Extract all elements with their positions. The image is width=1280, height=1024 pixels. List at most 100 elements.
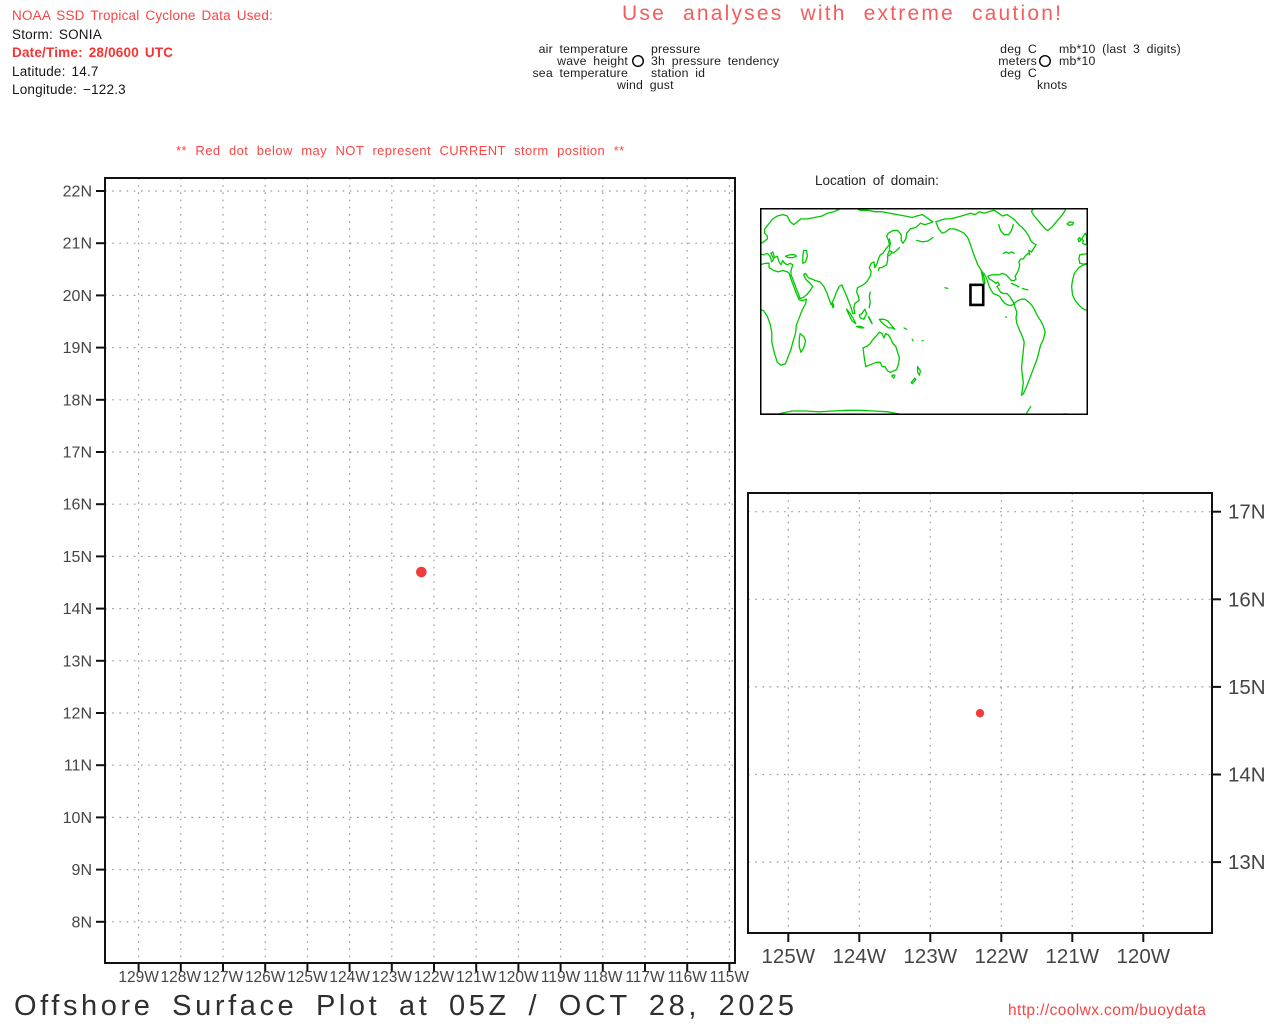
- y-axis-tick-label: 19N: [63, 340, 92, 357]
- coastline: [878, 318, 896, 330]
- storm-data-source: NOAA SSD Tropical Cyclone Data Used:: [12, 8, 274, 23]
- coastline: [877, 249, 893, 272]
- x-axis-tick-label: 120W: [498, 969, 539, 986]
- x-axis-tick-label: 125W: [762, 945, 816, 968]
- units-sea-temperature: deg C: [1000, 66, 1037, 80]
- y-axis-tick-label: 17N: [1228, 501, 1266, 524]
- coastline: [892, 246, 901, 254]
- units-pressure-tendency: mb*10: [1059, 54, 1096, 68]
- coastline: [1013, 298, 1046, 396]
- y-axis-tick-label: 17N: [63, 445, 92, 462]
- coastline: [1077, 236, 1082, 243]
- legend-wind-gust: wind gust: [617, 78, 674, 92]
- units-legend-left-column: deg C meters deg C: [957, 43, 1037, 79]
- domain-zoom-plot: 125W 124W 123W 122W 121W 120W 17N 16N 15N 14N 13N: [747, 492, 1266, 968]
- coastline: [903, 327, 908, 330]
- x-axis-tick-label: 124W: [329, 969, 370, 986]
- coastline: [998, 223, 1014, 236]
- y-axis-tick-label: 8N: [72, 914, 92, 931]
- units-wind-gust: knots: [1037, 78, 1068, 92]
- x-axis-tick-label: 119W: [541, 969, 581, 986]
- coastline: [760, 262, 808, 366]
- units-legend-right-column: mb*10 (last 3 digits) mb*10: [1059, 43, 1181, 67]
- station-circle-icon: [631, 54, 645, 68]
- storm-position-dot: [416, 566, 427, 578]
- y-axis-tick-label: 12N: [63, 706, 92, 723]
- y-axis-tick-label: 15N: [63, 549, 92, 566]
- storm-info-block: NOAA SSD Tropical Cyclone Data Used: Sto…: [12, 7, 273, 100]
- x-axis-tick-label: 128W: [161, 969, 202, 986]
- y-axis-tick-label: 11N: [64, 758, 92, 775]
- station-legend-left-column: air temperature wave height sea temperat…: [498, 43, 628, 79]
- x-axis-tick-label: 121W: [456, 969, 497, 986]
- coastline: [944, 287, 949, 290]
- y-axis-tick-label: 13N: [1228, 851, 1266, 874]
- x-axis-tick-label: 122W: [975, 945, 1029, 968]
- storm-latitude: Latitude: 14.7: [12, 63, 99, 79]
- coastline: [911, 338, 914, 342]
- x-axis-tick-label: 127W: [203, 969, 244, 986]
- coastline: [1010, 282, 1020, 288]
- coastline: [798, 332, 807, 353]
- legend-sea-temperature: sea temperature: [532, 66, 628, 80]
- coastline: [910, 377, 917, 385]
- coastline: [1066, 221, 1075, 226]
- x-axis-tick-label: 117W: [625, 969, 665, 986]
- caution-banner: Use analyses with extreme caution!: [622, 2, 1064, 25]
- coastline: [784, 254, 798, 259]
- coastline: [1030, 208, 1067, 232]
- y-axis-tick-label: 14N: [1228, 764, 1266, 787]
- x-axis-tick-label: 125W: [287, 969, 328, 986]
- y-axis-tick-label: 20N: [63, 288, 92, 305]
- coastline: [760, 208, 934, 315]
- units-circle-icon: [1038, 54, 1052, 68]
- x-axis-tick-label: 122W: [414, 969, 455, 986]
- y-axis-tick-label: 18N: [63, 392, 92, 409]
- coastline: [855, 325, 865, 329]
- y-axis-tick-label: 21N: [63, 236, 92, 253]
- main-surface-plot: 129W 128W 127W 126W 125W 124W 123W 122W 121W 120W…: [63, 177, 749, 986]
- coastline: [935, 209, 1037, 307]
- coastline: [1002, 251, 1015, 254]
- x-axis-tick-label: 129W: [118, 969, 159, 986]
- coastline: [868, 291, 871, 309]
- x-axis-tick-label: 123W: [904, 945, 958, 968]
- storm-datetime: Date/Time: 28/0600 UTC: [12, 45, 174, 61]
- offshore-surface-plot-page: NOAA SSD Tropical Cyclone Data Used: Sto…: [0, 0, 1280, 1024]
- x-axis-tick-label: 121W: [1046, 945, 1100, 968]
- coastline: [888, 238, 891, 250]
- coastline: [916, 365, 922, 376]
- y-axis-tick-label: 10N: [63, 810, 92, 827]
- coastline: [1021, 287, 1029, 291]
- station-legend-right-column: pressure 3h pressure tendency station id: [651, 43, 779, 79]
- storm-position-dot: [975, 708, 985, 718]
- coastline: [867, 315, 873, 325]
- y-axis-tick-label: 14N: [63, 601, 92, 618]
- coastline: [831, 302, 835, 309]
- y-axis-tick-label: 9N: [72, 862, 92, 879]
- y-axis-tick-label: 15N: [1228, 676, 1266, 699]
- x-axis-tick-label: 123W: [372, 969, 413, 986]
- coastline: [916, 236, 934, 243]
- coastline: [1080, 232, 1088, 246]
- coastline: [891, 374, 896, 379]
- y-axis-tick-label: 13N: [63, 653, 92, 670]
- y-axis-tick-label: 22N: [63, 184, 92, 201]
- domain-box-marker: [969, 283, 985, 307]
- y-axis-tick-label: 16N: [63, 497, 92, 514]
- world-map-border: [760, 208, 1088, 415]
- storm-position-warning: ** Red dot below may NOT represent CURRE…: [176, 143, 625, 158]
- storm-longitude: Longitude: −122.3: [12, 82, 126, 98]
- domain-map-title: Location of domain:: [815, 173, 939, 188]
- coastline: [802, 249, 809, 264]
- x-axis-tick-label: 120W: [1117, 945, 1171, 968]
- x-axis-tick-label: 126W: [245, 969, 286, 986]
- x-axis-tick-label: 124W: [833, 945, 887, 968]
- coastline: [1070, 263, 1088, 311]
- x-axis-tick-label: 118W: [583, 969, 623, 986]
- coastline: [862, 331, 901, 373]
- y-axis-tick-label: 16N: [1228, 588, 1266, 611]
- storm-name: Storm: SONIA: [12, 26, 102, 42]
- coastline: [858, 308, 868, 320]
- x-axis-tick-label: 116W: [668, 969, 708, 986]
